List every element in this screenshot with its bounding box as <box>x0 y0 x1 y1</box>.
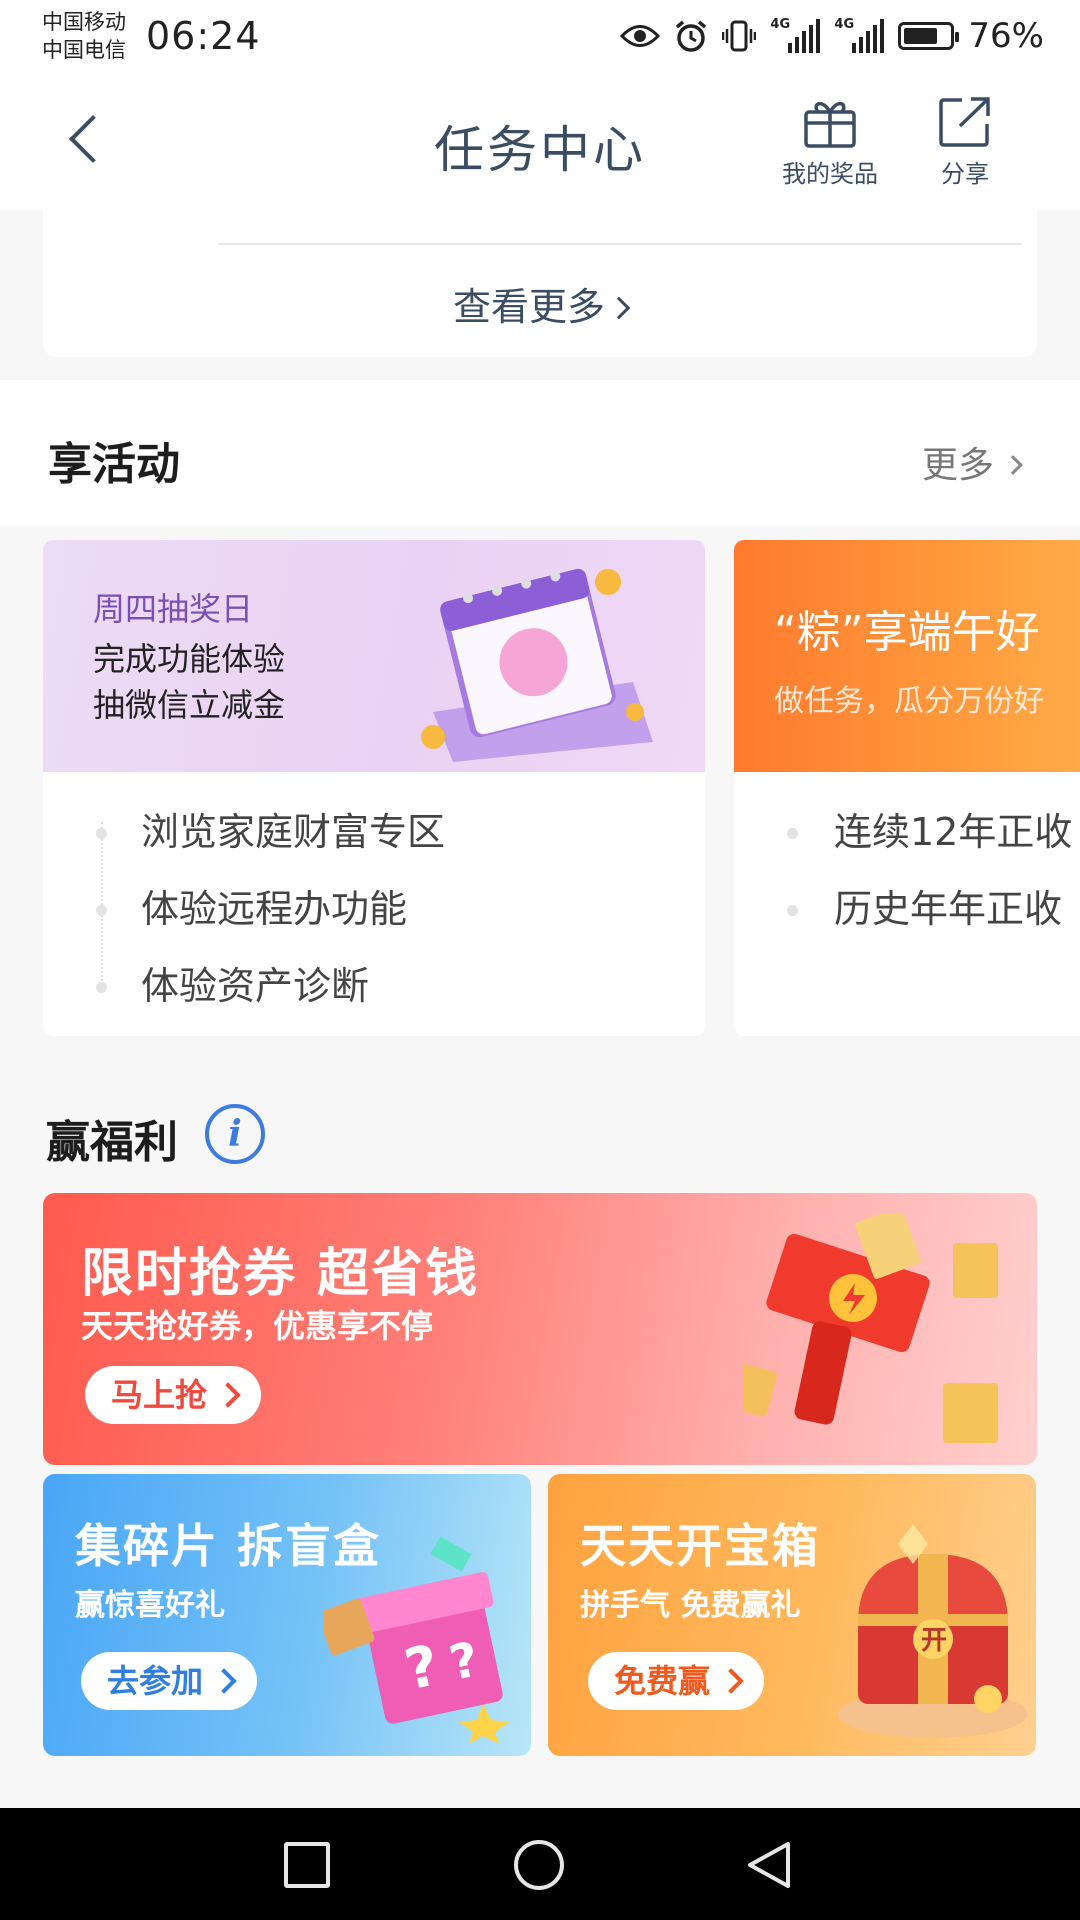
activity-banner[interactable]: 周四抽奖日 完成功能体验 抽微信立减金 <box>43 540 705 772</box>
treasure-subtitle: 拼手气 免费赢礼 <box>580 1588 801 1623</box>
chest-label: 开 <box>921 1626 947 1656</box>
my-prizes-label: 我的奖品 <box>782 160 878 188</box>
signal-icon: 4G <box>834 17 885 53</box>
battery-icon <box>898 22 960 50</box>
blind-box-subtitle: 赢惊喜好礼 <box>75 1588 225 1623</box>
gift-icon <box>804 101 856 148</box>
system-navigation-bar <box>0 1808 1080 1920</box>
eye-icon <box>620 25 661 47</box>
info-icon[interactable]: i <box>205 1104 265 1164</box>
activities-more-link[interactable]: 更多 <box>921 436 1023 488</box>
list-item[interactable]: 体验资产诊断 <box>43 948 705 1025</box>
share-button[interactable]: 分享 <box>910 96 1020 189</box>
coupon-gun-illustration <box>743 1213 998 1443</box>
treasure-chest-promo-banner[interactable]: 天天开宝箱 拼手气 免费赢礼 免费赢 开 <box>548 1474 1036 1756</box>
share-icon <box>939 97 990 147</box>
alarm-icon <box>676 20 707 52</box>
banner-line-2: 抽微信立减金 <box>93 686 286 724</box>
coupon-title: 限时抢券 超省钱 <box>81 1244 480 1304</box>
join-button[interactable]: 去参加 <box>81 1652 258 1710</box>
activity-card-thursday-lottery[interactable]: 周四抽奖日 完成功能体验 抽微信立减金 浏览家庭财富专区 体验远程办功能 体验资… <box>43 540 705 1036</box>
banner-subtitle: 做任务，瓜分万份好 <box>774 684 1044 719</box>
status-icons: 4G 4G 76% <box>620 16 1044 56</box>
carrier-info: 中国移动 中国电信 <box>42 8 126 64</box>
view-more-link[interactable]: 查看更多 <box>43 276 1037 331</box>
calendar-illustration <box>421 568 653 762</box>
activity-task-list: 连续12年正收 历史年年正收 <box>734 772 1080 948</box>
mystery-box-illustration: ? ? <box>323 1536 509 1744</box>
chevron-right-icon <box>1003 455 1023 475</box>
banner-tag: 周四抽奖日 <box>93 590 254 628</box>
banner-line-1: 完成功能体验 <box>93 640 286 678</box>
list-item[interactable]: 浏览家庭财富专区 <box>43 794 705 871</box>
network-type-2: 4G <box>834 17 855 32</box>
task-list-card: 查看更多 <box>43 200 1037 357</box>
view-more-label: 查看更多 <box>452 285 605 329</box>
banner-title: “粽”享端午好 <box>774 607 1040 658</box>
benefits-title: 赢福利 <box>46 1117 178 1168</box>
share-label: 分享 <box>941 160 989 188</box>
more-label: 更多 <box>921 445 994 486</box>
vibrate-icon <box>722 20 757 52</box>
chevron-right-icon <box>607 296 631 320</box>
treasure-title: 天天开宝箱 <box>580 1519 820 1573</box>
carrier-2: 中国电信 <box>42 38 126 62</box>
activities-header: 享活动 更多 <box>0 380 1080 526</box>
grab-coupon-button[interactable]: 马上抢 <box>85 1366 262 1424</box>
status-time: 06:24 <box>146 14 261 58</box>
recent-apps-icon[interactable] <box>284 1842 330 1888</box>
free-win-button[interactable]: 免费赢 <box>588 1652 765 1710</box>
activity-task-list: 浏览家庭财富专区 体验远程办功能 体验资产诊断 <box>43 772 705 1025</box>
battery-fill <box>904 28 938 44</box>
treasure-chest-illustration: 开 <box>838 1524 1028 1738</box>
activities-title: 享活动 <box>48 439 180 490</box>
nav-bar: 任务中心 我的奖品 分享 <box>0 78 1080 210</box>
divider <box>219 243 1021 245</box>
coupon-promo-banner[interactable]: 限时抢券 超省钱 天天抢好券，优惠享不停 马上抢 <box>43 1193 1037 1465</box>
blind-box-promo-banner[interactable]: 集碎片 拆盲盒 赢惊喜好礼 去参加 ? ? <box>43 1474 531 1756</box>
network-type-1: 4G <box>770 17 791 32</box>
back-icon[interactable] <box>744 1840 794 1890</box>
carrier-1: 中国移动 <box>42 10 126 34</box>
list-item[interactable]: 体验远程办功能 <box>43 871 705 948</box>
list-item[interactable]: 历史年年正收 <box>734 871 1080 948</box>
home-icon[interactable] <box>514 1840 564 1890</box>
coupon-subtitle: 天天抢好券，优惠享不停 <box>81 1307 434 1345</box>
battery-percent: 76% <box>968 16 1044 56</box>
activity-card-dragon-boat[interactable]: “粽”享端午好 做任务，瓜分万份好 连续12年正收 历史年年正收 <box>734 540 1080 1036</box>
list-item[interactable]: 连续12年正收 <box>734 794 1080 871</box>
signal-icon: 4G <box>770 17 821 53</box>
activity-banner[interactable]: “粽”享端午好 做任务，瓜分万份好 <box>734 540 1080 772</box>
my-prizes-button[interactable]: 我的奖品 <box>775 96 885 189</box>
status-bar: 中国移动 中国电信 06:24 4G 4G 76% <box>0 0 1080 78</box>
